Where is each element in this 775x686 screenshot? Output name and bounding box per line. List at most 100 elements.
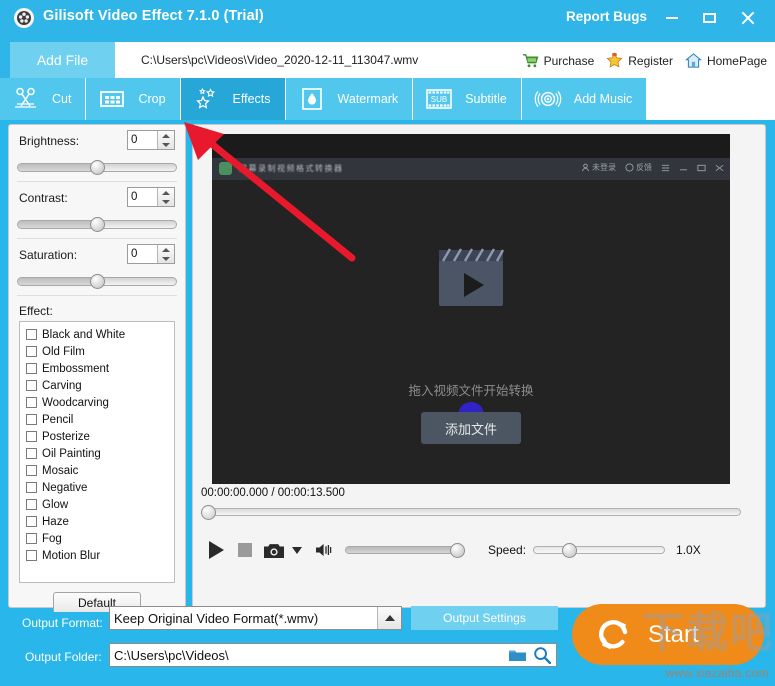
contrast-slider[interactable]: [17, 217, 177, 232]
effect-item[interactable]: Embossment: [26, 360, 174, 377]
effect-item[interactable]: Fog: [26, 530, 174, 547]
effect-item[interactable]: Old Film: [26, 343, 174, 360]
video-preview[interactable]: 屏幕录制视频格式转换器 未登录 反馈 拖入视频文件开始转换 添加文件: [212, 134, 730, 484]
effect-label-glow: Glow: [42, 498, 69, 511]
output-folder-field[interactable]: C:\Users\pc\Videos\: [109, 643, 557, 667]
effect-section-label: Effect:: [19, 304, 53, 318]
brightness-slider-thumb[interactable]: [90, 160, 105, 175]
tab-subtitle[interactable]: SUB Subtitle: [413, 78, 522, 120]
effect-checkbox-list[interactable]: Black and White Old Film Embossment Carv…: [19, 321, 175, 583]
output-folder-label: Output Folder:: [25, 650, 102, 664]
scissors-icon: [10, 84, 42, 114]
minimize-icon[interactable]: [661, 8, 683, 28]
saturation-arrows[interactable]: [157, 245, 174, 263]
brightness-stepper[interactable]: 0: [127, 130, 175, 150]
checkbox-black-and-white[interactable]: [26, 329, 37, 340]
speed-value: 1.0X: [676, 543, 701, 557]
checkbox-embossment[interactable]: [26, 363, 37, 374]
contrast-group: Contrast: 0: [17, 182, 177, 239]
chevron-up-icon[interactable]: [162, 133, 170, 138]
speed-slider[interactable]: [533, 543, 666, 558]
checkbox-haze[interactable]: [26, 516, 37, 527]
output-settings-button[interactable]: Output Settings: [411, 606, 558, 630]
effect-item[interactable]: Woodcarving: [26, 394, 174, 411]
caret-down-icon[interactable]: [287, 546, 307, 554]
magnifier-icon[interactable]: [533, 646, 552, 667]
checkbox-old-film[interactable]: [26, 346, 37, 357]
maximize-icon[interactable]: [698, 8, 720, 28]
svg-text:SUB: SUB: [431, 95, 447, 104]
checkbox-negative[interactable]: [26, 482, 37, 493]
checkbox-carving[interactable]: [26, 380, 37, 391]
checkbox-pencil[interactable]: [26, 414, 37, 425]
output-format-combo[interactable]: Keep Original Video Format(*.wmv): [109, 606, 402, 630]
saturation-slider[interactable]: [17, 274, 177, 289]
effect-label-woodcarving: Woodcarving: [42, 396, 109, 409]
tab-add-music[interactable]: Add Music: [521, 78, 648, 120]
title-bar: Gilisoft Video Effect 7.1.0 (Trial) Repo…: [0, 0, 775, 36]
effect-item[interactable]: Negative: [26, 479, 174, 496]
seek-slider-thumb[interactable]: [201, 505, 216, 520]
camera-icon[interactable]: [261, 542, 287, 559]
inner-add-file-button[interactable]: 添加文件: [421, 412, 521, 444]
report-bugs-link[interactable]: Report Bugs: [566, 9, 647, 24]
chevron-up-icon[interactable]: [162, 190, 170, 195]
saturation-stepper[interactable]: 0: [127, 244, 175, 264]
tab-effects-label: Effects: [232, 92, 271, 106]
checkbox-woodcarving[interactable]: [26, 397, 37, 408]
purchase-label: Purchase: [543, 53, 595, 68]
saturation-slider-thumb[interactable]: [90, 274, 105, 289]
preview-panel: 屏幕录制视频格式转换器 未登录 反馈 拖入视频文件开始转换 添加文件 00:00…: [192, 124, 766, 608]
brightness-label: Brightness:: [19, 134, 80, 148]
chevron-down-icon[interactable]: [162, 256, 170, 261]
contrast-slider-thumb[interactable]: [90, 217, 105, 232]
volume-icon[interactable]: [313, 542, 337, 558]
checkbox-motion-blur[interactable]: [26, 550, 37, 561]
effect-item[interactable]: Glow: [26, 496, 174, 513]
stop-icon[interactable]: [229, 543, 261, 557]
checkbox-glow[interactable]: [26, 499, 37, 510]
effect-item[interactable]: Pencil: [26, 411, 174, 428]
chevron-down-icon[interactable]: [162, 142, 170, 147]
output-format-label: Output Format:: [22, 616, 103, 630]
seek-slider[interactable]: [201, 505, 741, 520]
effect-item[interactable]: Oil Painting: [26, 445, 174, 462]
effect-item[interactable]: Black and White: [26, 326, 174, 343]
purchase-button[interactable]: Purchase: [522, 52, 595, 69]
volume-slider-thumb[interactable]: [450, 543, 465, 558]
effect-item[interactable]: Haze: [26, 513, 174, 530]
tab-watermark[interactable]: Watermark: [285, 78, 414, 120]
speed-slider-thumb[interactable]: [562, 543, 578, 558]
refresh-circular-icon: [594, 615, 634, 655]
checkbox-oil-painting[interactable]: [26, 448, 37, 459]
checkbox-mosaic[interactable]: [26, 465, 37, 476]
effect-item[interactable]: Posterize: [26, 428, 174, 445]
folder-icon[interactable]: [508, 647, 527, 666]
start-button[interactable]: Start: [572, 604, 764, 665]
play-icon[interactable]: [203, 541, 229, 559]
effect-item[interactable]: Carving: [26, 377, 174, 394]
contrast-stepper[interactable]: 0: [127, 187, 175, 207]
tab-effects[interactable]: Effects: [180, 78, 286, 120]
tab-cut[interactable]: Cut: [0, 78, 87, 120]
volume-slider[interactable]: [345, 543, 465, 558]
checkbox-posterize[interactable]: [26, 431, 37, 442]
register-button[interactable]: Register: [606, 52, 673, 69]
brightness-slider[interactable]: [17, 160, 177, 175]
add-file-button[interactable]: Add File: [10, 42, 115, 78]
close-icon[interactable]: [737, 8, 759, 28]
effect-label-fog: Fog: [42, 532, 62, 545]
brightness-arrows[interactable]: [157, 131, 174, 149]
homepage-button[interactable]: HomePage: [684, 52, 767, 69]
tab-crop[interactable]: Crop: [86, 78, 181, 120]
contrast-value: 0: [131, 191, 138, 203]
contrast-arrows[interactable]: [157, 188, 174, 206]
chevron-up-icon[interactable]: [162, 247, 170, 252]
saturation-label: Saturation:: [19, 248, 78, 262]
checkbox-fog[interactable]: [26, 533, 37, 544]
effect-item[interactable]: Mosaic: [26, 462, 174, 479]
chevron-down-icon[interactable]: [162, 199, 170, 204]
chevron-up-icon[interactable]: [377, 607, 401, 629]
brightness-value: 0: [131, 134, 138, 146]
effect-item[interactable]: Motion Blur: [26, 547, 174, 564]
